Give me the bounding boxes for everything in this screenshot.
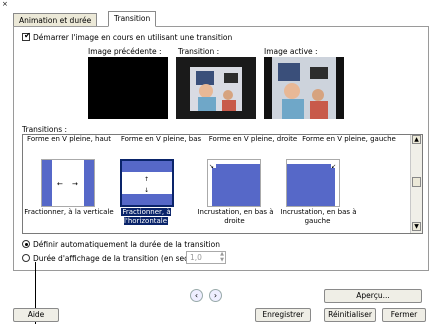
arrow-up-icon: ▲ [414,136,419,143]
active-photo-image [264,57,344,119]
transition-item-label-selected[interactable]: Fractionner, à l'horizontale [111,208,181,226]
previous-image-label: Image précédente : [88,47,162,56]
transition-item-label[interactable]: Incrustation, en bas à droite [195,208,275,226]
split-horizontal-icon: ↑ ↓ [122,161,172,205]
transition-preview [176,57,256,119]
reset-button[interactable]: Réinitialiser [324,308,376,322]
auto-duration-radio[interactable] [22,240,30,248]
svg-text:→: → [72,180,78,188]
transitions-scrollbar[interactable]: ▲ ▼ [410,135,422,233]
svg-text:↘: ↘ [209,163,214,170]
custom-duration-radio[interactable] [22,254,30,262]
scroll-thumb[interactable] [412,177,421,187]
tab-transition[interactable]: Transition [108,11,157,27]
duration-value: 1,0 [190,253,202,262]
duration-spinner[interactable]: 1,0 ▲ ▼ [186,251,226,264]
arrow-down-icon: ▼ [414,223,419,230]
transition-wipe-bottom-left-thumbnail[interactable]: ↙ [286,159,340,207]
transition-item-label[interactable]: Incrustation, en bas à gauche [279,208,357,226]
transition-photo-image [176,57,256,119]
active-image-preview [264,57,344,119]
transition-item-label[interactable]: Fractionner, à la verticale [23,208,115,217]
corner-mark: × [2,0,8,8]
transition-header[interactable]: Forme en V pleine, haut [23,135,115,144]
transition-header[interactable]: Forme en V pleine, gauche [299,135,399,144]
svg-text:↙: ↙ [331,163,336,170]
transitions-label: Transitions : [22,125,68,134]
start-transition-checkbox[interactable]: ✔ [22,31,31,41]
arrow-left-icon: ‹ [194,291,199,300]
preview-button[interactable]: Aperçu... [324,289,422,303]
transition-header[interactable]: Forme en V pleine, bas [115,135,207,144]
transition-preview-label: Transition : [178,47,220,56]
scroll-up-button[interactable]: ▲ [412,135,421,144]
active-image-label: Image active : [264,47,318,56]
tab-animation-duration[interactable]: Animation et durée [13,13,98,27]
transition-wipe-bottom-right-thumbnail[interactable]: ↘ [207,159,261,207]
transition-header[interactable]: Forme en V pleine, droite [207,135,299,144]
arrow-right-icon: › [213,291,218,300]
previous-transition-button[interactable]: ‹ [190,289,203,302]
wipe-bottom-right-icon: ↘ [208,160,260,206]
svg-text:↓: ↓ [144,187,149,194]
close-button[interactable]: Fermer [382,308,426,322]
wipe-bottom-left-icon: ↙ [287,160,339,206]
radio-selected-dot [24,242,28,246]
svg-text:←: ← [57,180,63,188]
next-transition-button[interactable]: › [209,289,222,302]
checkmark-icon: ✔ [24,31,31,40]
start-transition-label: Démarrer l'image en cours en utilisant u… [33,33,233,42]
previous-image-preview [88,57,168,119]
scroll-down-button[interactable]: ▼ [412,222,421,231]
help-button[interactable]: Aide [13,308,59,322]
spin-arrows-icon[interactable]: ▲ ▼ [220,251,224,263]
auto-duration-label: Définir automatiquement la durée de la t… [33,240,221,249]
transitions-list[interactable]: Forme en V pleine, haut Forme en V plein… [22,134,423,234]
svg-text:↑: ↑ [144,176,149,183]
split-vertical-icon: ← → [42,160,94,206]
transition-split-horizontal-thumbnail[interactable]: ↑ ↓ [120,159,174,207]
transition-split-vertical-thumbnail[interactable]: ← → [41,159,95,207]
save-button[interactable]: Enregistrer [255,308,311,322]
